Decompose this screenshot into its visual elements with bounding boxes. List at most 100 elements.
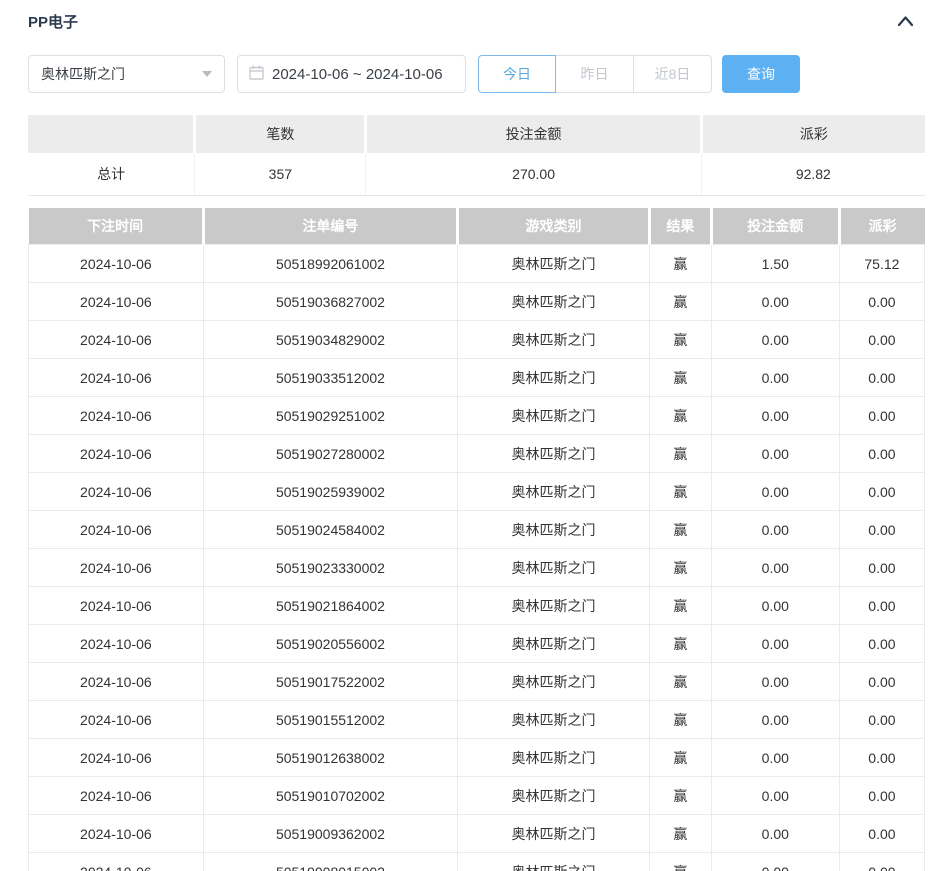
cell-game-category: 奥林匹斯之门: [458, 587, 650, 625]
table-row: 2024-10-0650519029251002奥林匹斯之门赢0.000.00: [29, 397, 925, 435]
cell-order-number: 50519024584002: [203, 511, 457, 549]
cell-result: 赢: [649, 397, 711, 435]
collapse-chevron-up-icon[interactable]: [896, 14, 915, 28]
cell-payout: 0.00: [839, 777, 924, 815]
cell-result: 赢: [649, 853, 711, 871]
cell-payout: 0.00: [839, 663, 924, 701]
cell-payout: 0.00: [839, 397, 924, 435]
yesterday-button[interactable]: 昨日: [556, 55, 634, 93]
cell-bet-amount: 0.00: [711, 321, 839, 359]
cell-result: 赢: [649, 435, 711, 473]
cell-bet-amount: 0.00: [711, 283, 839, 321]
cell-order-number: 50519025939002: [203, 473, 457, 511]
cell-order-number: 50519012638002: [203, 739, 457, 777]
summary-total-payout: 92.82: [701, 153, 925, 195]
cell-result: 赢: [649, 245, 711, 283]
game-select[interactable]: 奥林匹斯之门: [28, 55, 225, 93]
records-table: 下注时间 注单编号 游戏类别 结果 投注金额 派彩 2024-10-065051…: [28, 208, 925, 871]
table-row: 2024-10-0650519036827002奥林匹斯之门赢0.000.00: [29, 283, 925, 321]
cell-payout: 0.00: [839, 511, 924, 549]
col-header-game-category: 游戏类别: [458, 208, 650, 245]
cell-order-number: 50519020556002: [203, 625, 457, 663]
cell-result: 赢: [649, 587, 711, 625]
cell-bet-time: 2024-10-06: [29, 853, 204, 871]
table-row: 2024-10-0650519034829002奥林匹斯之门赢0.000.00: [29, 321, 925, 359]
cell-bet-time: 2024-10-06: [29, 435, 204, 473]
table-row: 2024-10-0650519020556002奥林匹斯之门赢0.000.00: [29, 625, 925, 663]
summary-total-bet-amount: 270.00: [366, 153, 701, 195]
cell-payout: 0.00: [839, 701, 924, 739]
cell-result: 赢: [649, 663, 711, 701]
cell-result: 赢: [649, 701, 711, 739]
cell-order-number: 50519029251002: [203, 397, 457, 435]
cell-result: 赢: [649, 473, 711, 511]
cell-order-number: 50519034829002: [203, 321, 457, 359]
cell-bet-time: 2024-10-06: [29, 359, 204, 397]
table-row: 2024-10-0650519023330002奥林匹斯之门赢0.000.00: [29, 549, 925, 587]
cell-bet-amount: 0.00: [711, 853, 839, 871]
cell-game-category: 奥林匹斯之门: [458, 815, 650, 853]
table-row: 2024-10-0650519015512002奥林匹斯之门赢0.000.00: [29, 701, 925, 739]
table-row: 2024-10-0650519021864002奥林匹斯之门赢0.000.00: [29, 587, 925, 625]
cell-game-category: 奥林匹斯之门: [458, 397, 650, 435]
date-range-value: 2024-10-06 ~ 2024-10-06: [272, 66, 443, 83]
cell-bet-time: 2024-10-06: [29, 739, 204, 777]
records-header-row: 下注时间 注单编号 游戏类别 结果 投注金额 派彩: [29, 208, 925, 245]
cell-result: 赢: [649, 815, 711, 853]
cell-order-number: 50519009362002: [203, 815, 457, 853]
cell-game-category: 奥林匹斯之门: [458, 283, 650, 321]
cell-payout: 0.00: [839, 359, 924, 397]
game-select-value: 奥林匹斯之门: [41, 64, 125, 84]
last-8-days-button[interactable]: 近8日: [634, 55, 712, 93]
cell-payout: 0.00: [839, 587, 924, 625]
table-row: 2024-10-0650519008015002奥林匹斯之门赢0.000.00: [29, 853, 925, 871]
cell-result: 赢: [649, 549, 711, 587]
col-header-order-number: 注单编号: [203, 208, 457, 245]
cell-bet-time: 2024-10-06: [29, 777, 204, 815]
cell-order-number: 50519008015002: [203, 853, 457, 871]
cell-game-category: 奥林匹斯之门: [458, 701, 650, 739]
chevron-down-icon: [202, 71, 212, 77]
table-row: 2024-10-0650519033512002奥林匹斯之门赢0.000.00: [29, 359, 925, 397]
col-header-result: 结果: [649, 208, 711, 245]
cell-result: 赢: [649, 321, 711, 359]
cell-game-category: 奥林匹斯之门: [458, 853, 650, 871]
cell-order-number: 50519023330002: [203, 549, 457, 587]
cell-order-number: 50518992061002: [203, 245, 457, 283]
filter-controls: 奥林匹斯之门 2024-10-06 ~ 2024-10-06 今日 昨日 近8日…: [28, 55, 925, 93]
cell-order-number: 50519033512002: [203, 359, 457, 397]
cell-result: 赢: [649, 777, 711, 815]
cell-bet-amount: 0.00: [711, 511, 839, 549]
today-button[interactable]: 今日: [478, 55, 556, 93]
table-row: 2024-10-0650519012638002奥林匹斯之门赢0.000.00: [29, 739, 925, 777]
cell-order-number: 50519015512002: [203, 701, 457, 739]
cell-payout: 0.00: [839, 321, 924, 359]
calendar-icon: [249, 65, 264, 84]
table-row: 2024-10-0650519010702002奥林匹斯之门赢0.000.00: [29, 777, 925, 815]
date-range-picker[interactable]: 2024-10-06 ~ 2024-10-06: [237, 55, 466, 93]
cell-order-number: 50519027280002: [203, 435, 457, 473]
page-title: PP电子: [28, 11, 78, 32]
cell-bet-time: 2024-10-06: [29, 321, 204, 359]
cell-bet-time: 2024-10-06: [29, 283, 204, 321]
col-header-payout: 派彩: [839, 208, 924, 245]
cell-bet-time: 2024-10-06: [29, 245, 204, 283]
table-row: 2024-10-0650518992061002奥林匹斯之门赢1.5075.12: [29, 245, 925, 283]
cell-payout: 75.12: [839, 245, 924, 283]
cell-result: 赢: [649, 359, 711, 397]
summary-table: 笔数 投注金额 派彩 总计 357 270.00 92.82: [28, 115, 925, 196]
cell-bet-amount: 0.00: [711, 625, 839, 663]
cell-bet-amount: 0.00: [711, 739, 839, 777]
cell-order-number: 50519036827002: [203, 283, 457, 321]
col-header-bet-time: 下注时间: [29, 208, 204, 245]
cell-game-category: 奥林匹斯之门: [458, 663, 650, 701]
pp-games-panel: PP电子 奥林匹斯之门 2024-10-06 ~ 2024-10-06: [0, 0, 933, 871]
cell-result: 赢: [649, 283, 711, 321]
cell-payout: 0.00: [839, 435, 924, 473]
cell-payout: 0.00: [839, 473, 924, 511]
summary-header-empty: [28, 115, 195, 153]
search-button[interactable]: 查询: [722, 55, 800, 93]
summary-total-count: 357: [195, 153, 366, 195]
table-row: 2024-10-0650519027280002奥林匹斯之门赢0.000.00: [29, 435, 925, 473]
summary-header-row: 笔数 投注金额 派彩: [28, 115, 925, 153]
